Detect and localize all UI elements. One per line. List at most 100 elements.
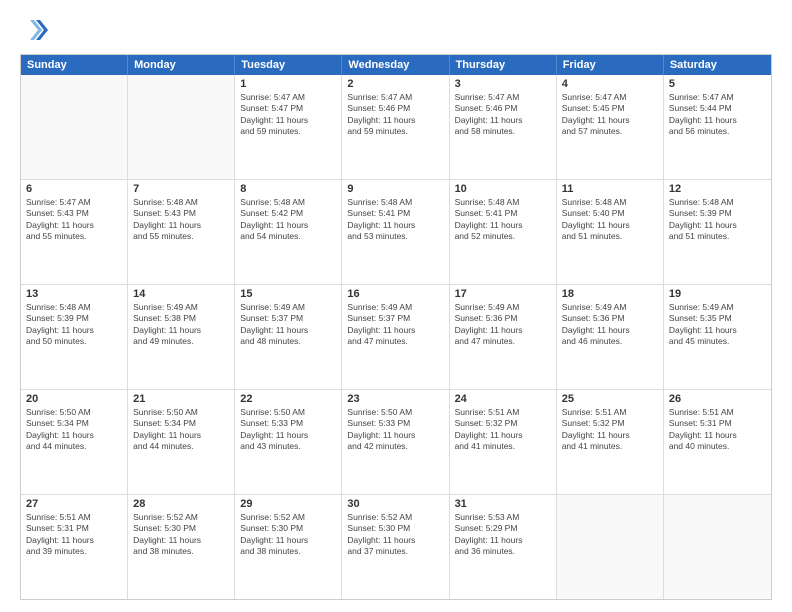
cell-line: Daylight: 11 hours	[240, 115, 336, 126]
day-number: 6	[26, 183, 122, 195]
cell-line: and 42 minutes.	[347, 441, 443, 452]
day-cell-17: 17Sunrise: 5:49 AMSunset: 5:36 PMDayligh…	[450, 285, 557, 389]
day-cell-30: 30Sunrise: 5:52 AMSunset: 5:30 PMDayligh…	[342, 495, 449, 599]
day-cell-8: 8Sunrise: 5:48 AMSunset: 5:42 PMDaylight…	[235, 180, 342, 284]
cell-line: and 46 minutes.	[562, 336, 658, 347]
day-number: 26	[669, 393, 766, 405]
logo	[20, 16, 52, 44]
weekday-header-wednesday: Wednesday	[342, 55, 449, 75]
cell-line: Sunset: 5:44 PM	[669, 103, 766, 114]
day-cell-25: 25Sunrise: 5:51 AMSunset: 5:32 PMDayligh…	[557, 390, 664, 494]
cell-line: Sunrise: 5:51 AM	[562, 407, 658, 418]
cell-line: Sunrise: 5:51 AM	[455, 407, 551, 418]
day-number: 1	[240, 78, 336, 90]
cell-line: Sunset: 5:34 PM	[26, 418, 122, 429]
day-number: 7	[133, 183, 229, 195]
calendar-row-3: 20Sunrise: 5:50 AMSunset: 5:34 PMDayligh…	[21, 389, 771, 494]
calendar-row-4: 27Sunrise: 5:51 AMSunset: 5:31 PMDayligh…	[21, 494, 771, 599]
cell-line: Sunset: 5:39 PM	[26, 313, 122, 324]
day-number: 11	[562, 183, 658, 195]
cell-line: and 47 minutes.	[347, 336, 443, 347]
cell-line: and 36 minutes.	[455, 546, 551, 557]
day-cell-9: 9Sunrise: 5:48 AMSunset: 5:41 PMDaylight…	[342, 180, 449, 284]
calendar: SundayMondayTuesdayWednesdayThursdayFrid…	[20, 54, 772, 600]
empty-cell	[21, 75, 128, 179]
cell-line: Daylight: 11 hours	[562, 430, 658, 441]
cell-line: Sunset: 5:33 PM	[347, 418, 443, 429]
cell-line: Daylight: 11 hours	[562, 220, 658, 231]
day-cell-13: 13Sunrise: 5:48 AMSunset: 5:39 PMDayligh…	[21, 285, 128, 389]
day-cell-3: 3Sunrise: 5:47 AMSunset: 5:46 PMDaylight…	[450, 75, 557, 179]
cell-line: Sunset: 5:43 PM	[26, 208, 122, 219]
cell-line: Daylight: 11 hours	[133, 430, 229, 441]
cell-line: Sunset: 5:31 PM	[669, 418, 766, 429]
cell-line: and 55 minutes.	[133, 231, 229, 242]
day-number: 23	[347, 393, 443, 405]
day-number: 29	[240, 498, 336, 510]
day-number: 17	[455, 288, 551, 300]
day-number: 16	[347, 288, 443, 300]
cell-line: Sunset: 5:32 PM	[455, 418, 551, 429]
cell-line: Daylight: 11 hours	[26, 535, 122, 546]
day-number: 19	[669, 288, 766, 300]
day-cell-18: 18Sunrise: 5:49 AMSunset: 5:36 PMDayligh…	[557, 285, 664, 389]
cell-line: Daylight: 11 hours	[669, 325, 766, 336]
cell-line: Daylight: 11 hours	[240, 325, 336, 336]
day-number: 4	[562, 78, 658, 90]
cell-line: Sunrise: 5:48 AM	[133, 197, 229, 208]
day-cell-15: 15Sunrise: 5:49 AMSunset: 5:37 PMDayligh…	[235, 285, 342, 389]
day-number: 2	[347, 78, 443, 90]
cell-line: Sunset: 5:30 PM	[347, 523, 443, 534]
cell-line: Daylight: 11 hours	[347, 325, 443, 336]
cell-line: Daylight: 11 hours	[455, 115, 551, 126]
cell-line: Daylight: 11 hours	[26, 325, 122, 336]
weekday-header-monday: Monday	[128, 55, 235, 75]
logo-icon	[20, 16, 48, 44]
cell-line: Sunrise: 5:48 AM	[669, 197, 766, 208]
cell-line: Sunset: 5:30 PM	[240, 523, 336, 534]
cell-line: Sunset: 5:41 PM	[455, 208, 551, 219]
empty-cell	[557, 495, 664, 599]
day-number: 24	[455, 393, 551, 405]
cell-line: and 40 minutes.	[669, 441, 766, 452]
cell-line: Sunrise: 5:48 AM	[347, 197, 443, 208]
cell-line: Sunrise: 5:52 AM	[347, 512, 443, 523]
day-number: 15	[240, 288, 336, 300]
cell-line: Sunset: 5:32 PM	[562, 418, 658, 429]
day-number: 12	[669, 183, 766, 195]
cell-line: Daylight: 11 hours	[669, 115, 766, 126]
day-number: 5	[669, 78, 766, 90]
day-number: 20	[26, 393, 122, 405]
cell-line: Sunrise: 5:49 AM	[133, 302, 229, 313]
cell-line: Sunrise: 5:49 AM	[455, 302, 551, 313]
cell-line: Sunset: 5:41 PM	[347, 208, 443, 219]
day-number: 27	[26, 498, 122, 510]
calendar-row-1: 6Sunrise: 5:47 AMSunset: 5:43 PMDaylight…	[21, 179, 771, 284]
cell-line: and 47 minutes.	[455, 336, 551, 347]
cell-line: and 38 minutes.	[133, 546, 229, 557]
day-cell-14: 14Sunrise: 5:49 AMSunset: 5:38 PMDayligh…	[128, 285, 235, 389]
day-cell-20: 20Sunrise: 5:50 AMSunset: 5:34 PMDayligh…	[21, 390, 128, 494]
cell-line: Sunrise: 5:49 AM	[347, 302, 443, 313]
day-number: 8	[240, 183, 336, 195]
cell-line: Daylight: 11 hours	[240, 220, 336, 231]
day-cell-22: 22Sunrise: 5:50 AMSunset: 5:33 PMDayligh…	[235, 390, 342, 494]
cell-line: Sunrise: 5:47 AM	[562, 92, 658, 103]
calendar-body: 1Sunrise: 5:47 AMSunset: 5:47 PMDaylight…	[21, 75, 771, 599]
day-number: 3	[455, 78, 551, 90]
day-cell-7: 7 Sunrise: 5:48 AMSunset: 5:43 PMDaylight…	[128, 180, 235, 284]
cell-line: Sunset: 5:46 PM	[455, 103, 551, 114]
cell-line: Daylight: 11 hours	[347, 430, 443, 441]
cell-line: Daylight: 11 hours	[133, 535, 229, 546]
cell-line: Daylight: 11 hours	[133, 220, 229, 231]
day-cell-23: 23Sunrise: 5:50 AMSunset: 5:33 PMDayligh…	[342, 390, 449, 494]
cell-line: and 49 minutes.	[133, 336, 229, 347]
cell-line: and 43 minutes.	[240, 441, 336, 452]
cell-line: Daylight: 11 hours	[347, 220, 443, 231]
day-cell-27: 27Sunrise: 5:51 AMSunset: 5:31 PMDayligh…	[21, 495, 128, 599]
cell-line: and 38 minutes.	[240, 546, 336, 557]
day-cell-21: 21Sunrise: 5:50 AMSunset: 5:34 PMDayligh…	[128, 390, 235, 494]
cell-line: Daylight: 11 hours	[347, 115, 443, 126]
cell-line: Sunset: 5:43 PM	[133, 208, 229, 219]
cell-line: Daylight: 11 hours	[562, 115, 658, 126]
